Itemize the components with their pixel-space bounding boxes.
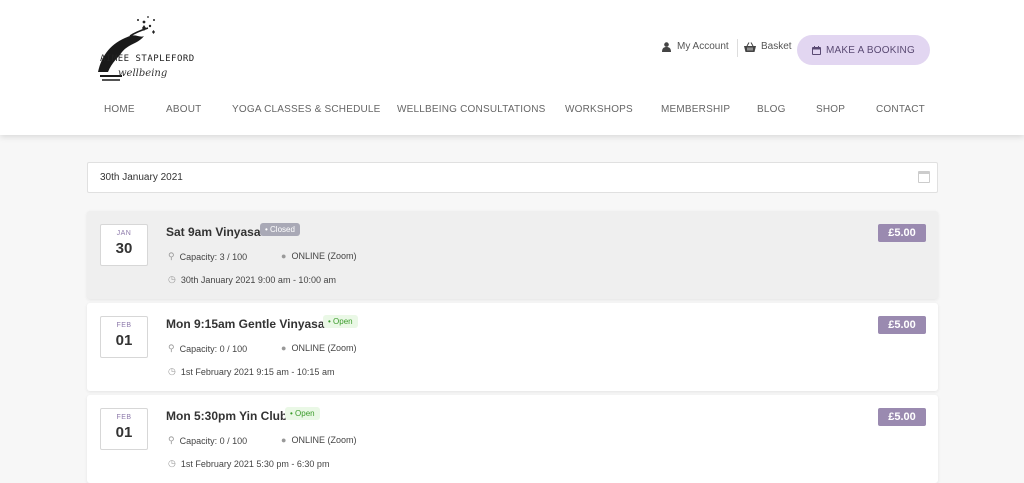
my-account-link[interactable]: My Account bbox=[662, 41, 729, 52]
capacity-text: Capacity: 0 / 100 bbox=[179, 435, 248, 446]
event-title[interactable]: Mon 5:30pm Yin Club bbox=[166, 409, 287, 423]
user-icon bbox=[662, 41, 671, 52]
map-pin-icon: ● bbox=[281, 251, 287, 261]
date-filter-value: 30th January 2021 bbox=[100, 172, 183, 183]
location-text: ONLINE (Zoom) bbox=[291, 435, 357, 445]
event-month: FEB bbox=[116, 414, 132, 421]
person-icon: ⚲ bbox=[168, 251, 175, 261]
event-location: ● ONLINE (Zoom) bbox=[281, 435, 356, 445]
site-header: AIMEE STAPLEFORD wellbeing My Account Ba… bbox=[0, 0, 1024, 135]
site-logo[interactable]: AIMEE STAPLEFORD wellbeing bbox=[92, 14, 210, 86]
main-nav: HOME ABOUT YOGA CLASSES & SCHEDULE WELLB… bbox=[0, 104, 1024, 118]
nav-item-about[interactable]: ABOUT bbox=[166, 104, 201, 115]
calendar-icon[interactable] bbox=[918, 171, 930, 183]
person-icon: ⚲ bbox=[168, 435, 175, 445]
event-capacity: ⚲ Capacity: 0 / 100 bbox=[168, 343, 247, 354]
event-capacity: ⚲ Capacity: 3 / 100 bbox=[168, 251, 247, 262]
price-badge[interactable]: £5.00 bbox=[878, 316, 926, 334]
event-location: ● ONLINE (Zoom) bbox=[281, 251, 356, 261]
event-capacity: ⚲ Capacity: 0 / 100 bbox=[168, 435, 247, 446]
price-badge[interactable]: £5.00 bbox=[878, 408, 926, 426]
map-pin-icon: ● bbox=[281, 343, 287, 353]
event-day: 01 bbox=[115, 332, 133, 349]
event-date-box: FEB 01 bbox=[100, 316, 148, 358]
map-pin-icon: ● bbox=[281, 435, 287, 445]
event-time: ◷ 1st February 2021 5:30 pm - 6:30 pm bbox=[168, 458, 329, 469]
event-month: FEB bbox=[116, 322, 132, 329]
event-day: 30 bbox=[115, 240, 133, 257]
status-badge: • Open bbox=[285, 407, 320, 420]
nav-item-blog[interactable]: BLOG bbox=[757, 104, 786, 115]
my-account-label: My Account bbox=[677, 41, 729, 52]
capacity-text: Capacity: 3 / 100 bbox=[179, 251, 248, 262]
nav-item-yoga-classes[interactable]: YOGA CLASSES & SCHEDULE bbox=[232, 104, 381, 115]
event-title[interactable]: Sat 9am Vinyasa bbox=[166, 225, 261, 239]
nav-item-contact[interactable]: CONTACT bbox=[876, 104, 925, 115]
event-card[interactable]: FEB 01 Mon 5:30pm Yin Club • Open ⚲ Capa… bbox=[87, 395, 938, 483]
event-time: ◷ 30th January 2021 9:00 am - 10:00 am bbox=[168, 274, 336, 285]
event-card[interactable]: JAN 30 Sat 9am Vinyasa • Closed ⚲ Capaci… bbox=[87, 211, 938, 299]
basket-label: Basket bbox=[761, 41, 792, 52]
event-day: 01 bbox=[115, 424, 133, 441]
status-badge: • Open bbox=[323, 315, 358, 328]
header-divider bbox=[737, 39, 738, 57]
date-filter-input[interactable]: 30th January 2021 bbox=[87, 162, 938, 193]
event-title[interactable]: Mon 9:15am Gentle Vinyasa bbox=[166, 317, 325, 331]
basket-link[interactable]: Basket bbox=[744, 41, 792, 52]
nav-item-workshops[interactable]: WORKSHOPS bbox=[565, 104, 633, 115]
clock-icon: ◷ bbox=[168, 274, 176, 284]
nav-item-home[interactable]: HOME bbox=[104, 104, 135, 115]
price-badge[interactable]: £5.00 bbox=[878, 224, 926, 242]
nav-item-membership[interactable]: MEMBERSHIP bbox=[661, 104, 730, 115]
location-text: ONLINE (Zoom) bbox=[291, 343, 357, 353]
logo-tagline: wellbeing bbox=[118, 68, 168, 79]
nav-item-shop[interactable]: SHOP bbox=[816, 104, 845, 115]
event-time: ◷ 1st February 2021 9:15 am - 10:15 am bbox=[168, 366, 334, 377]
event-location: ● ONLINE (Zoom) bbox=[281, 343, 356, 353]
calendar-icon bbox=[812, 45, 822, 55]
event-date-box: JAN 30 bbox=[100, 224, 148, 266]
capacity-text: Capacity: 0 / 100 bbox=[179, 343, 248, 354]
time-text: 30th January 2021 9:00 am - 10:00 am bbox=[180, 274, 336, 285]
event-month: JAN bbox=[116, 230, 132, 237]
make-a-booking-button[interactable]: MAKE A BOOKING bbox=[797, 35, 930, 65]
event-date-box: FEB 01 bbox=[100, 408, 148, 450]
clock-icon: ◷ bbox=[168, 458, 176, 468]
location-text: ONLINE (Zoom) bbox=[291, 251, 357, 261]
event-card[interactable]: FEB 01 Mon 9:15am Gentle Vinyasa • Open … bbox=[87, 303, 938, 391]
status-badge: • Closed bbox=[260, 223, 300, 236]
basket-icon bbox=[744, 41, 756, 52]
logo-name: AIMEE STAPLEFORD bbox=[100, 54, 195, 64]
time-text: 1st February 2021 5:30 pm - 6:30 pm bbox=[180, 458, 330, 469]
person-icon: ⚲ bbox=[168, 343, 175, 353]
time-text: 1st February 2021 9:15 am - 10:15 am bbox=[180, 366, 335, 377]
nav-item-wellbeing-consultations[interactable]: WELLBEING CONSULTATIONS bbox=[397, 104, 546, 115]
clock-icon: ◷ bbox=[168, 366, 176, 376]
make-a-booking-label: MAKE A BOOKING bbox=[826, 44, 915, 56]
